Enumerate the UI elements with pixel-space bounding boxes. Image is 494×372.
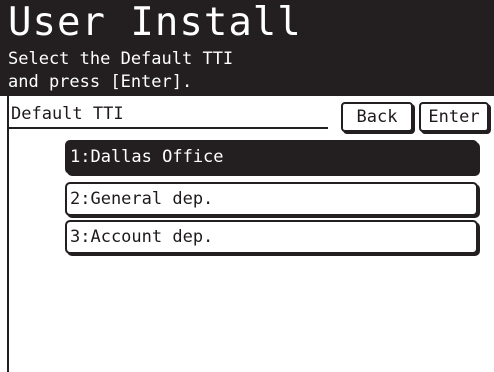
instruction-line-2: and press [Enter]. [8, 72, 192, 92]
header-bar: User Install Select the Default TTI and … [0, 0, 494, 96]
enter-button[interactable]: Enter [419, 102, 489, 132]
page-title: User Install [8, 0, 302, 45]
list-item-dallas-office[interactable]: 1:Dallas Office [65, 140, 478, 174]
back-button[interactable]: Back [341, 102, 413, 132]
content-area: Default TTI Back Enter 1:Dallas Office 2… [0, 96, 494, 372]
instruction-line-1: Select the Default TTI [8, 49, 234, 69]
left-border [7, 96, 9, 372]
list-item-account-dep[interactable]: 3:Account dep. [65, 220, 478, 254]
field-label-default-tti: Default TTI [11, 104, 124, 124]
list-item-general-dep[interactable]: 2:General dep. [65, 182, 478, 216]
instruction-line-2-text: and press [Enter]. [8, 72, 193, 92]
field-underline [9, 127, 328, 129]
